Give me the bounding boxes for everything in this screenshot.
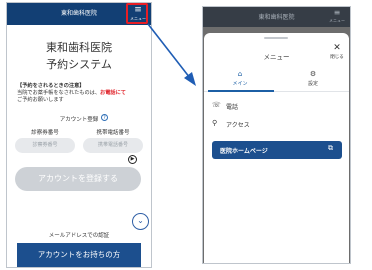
hospital-homepage-label: 医院ホームページ (220, 148, 268, 155)
menu-item-phone[interactable]: ☏ 電話 (212, 101, 342, 113)
phone-icon: ☏ (212, 101, 221, 109)
tab-settings-label: 設定 (307, 81, 318, 87)
hamburger-menu-icon: ≡ (333, 8, 341, 17)
active-tab-indicator (208, 90, 274, 92)
home-icon: ⌂ (237, 70, 243, 78)
external-link-icon: ⧉ (328, 144, 333, 152)
menu-item-access-label: アクセス (226, 122, 250, 129)
tab-main[interactable]: ⌂ メイン (204, 70, 276, 90)
tab-main-label: メイン (232, 81, 248, 87)
location-pin-icon: ⚲ (212, 119, 218, 127)
menu-item-phone-label: 電話 (226, 104, 239, 111)
menu-item-access[interactable]: ⚲ アクセス (212, 119, 342, 131)
hospital-homepage-button[interactable]: 医院ホームページ ⧉ (212, 141, 342, 159)
gear-icon: ⚙ (309, 70, 317, 78)
menu-button-label: メニュー (329, 18, 345, 23)
tab-settings[interactable]: ⚙ 設定 (277, 70, 349, 90)
close-icon: ✕ (333, 43, 341, 53)
app-header-dimmed: 東和歯科医院 ≡ メニュー (203, 7, 350, 27)
menu-sheet: メニュー ✕ 閉じる ⌂ メイン ⚙ 設定 ☏ 電話 ⚲ アクセス 医院ホームペ… (204, 33, 349, 263)
sheet-grab-handle[interactable] (264, 37, 288, 39)
right-phone-screen: 東和歯科医院 ≡ メニュー メニュー ✕ 閉じる ⌂ メイン ⚙ 設定 ☏ 電話… (202, 6, 351, 264)
close-label: 閉じる (330, 55, 344, 60)
